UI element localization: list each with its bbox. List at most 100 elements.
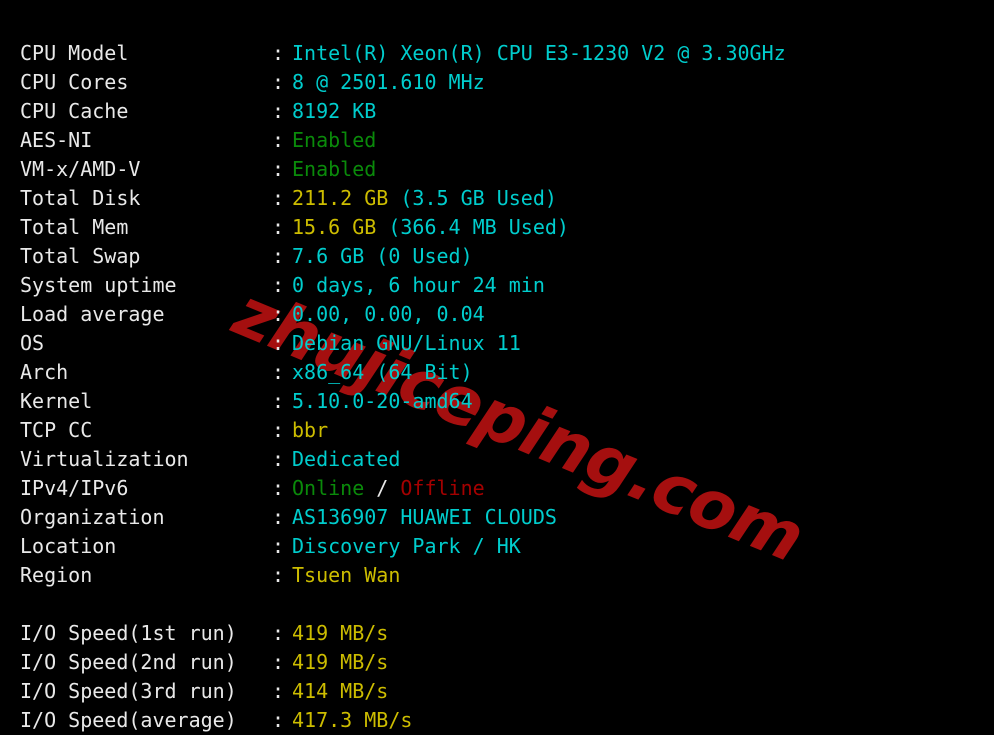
info-row-value: 7.6 GB (0 Used) xyxy=(292,244,473,268)
separator-top: - - - - - - - - - - - - - - - - - - - - … xyxy=(0,10,994,39)
io-row-value-part: 419 MB/s xyxy=(292,650,389,674)
info-row-value-part: Enabled xyxy=(292,157,377,181)
info-row-value: 8 @ 2501.610 MHz xyxy=(292,70,485,94)
info-row-colon: : xyxy=(272,157,285,181)
info-row-value: Discovery Park / HK xyxy=(292,534,521,558)
terminal-output: - - - - - - - - - - - - - - - - - - - - … xyxy=(0,0,994,735)
info-row-label: Load average xyxy=(20,302,165,326)
info-row-label: Location xyxy=(20,534,117,558)
info-row-colon: : xyxy=(272,128,285,152)
io-row: I/O Speed(average):417.3 MB/s xyxy=(0,706,994,735)
info-row: Total Disk:211.2 GB (3.5 GB Used) xyxy=(0,184,994,213)
info-row-value-part: 211.2 GB xyxy=(292,186,401,210)
info-row-value: 5.10.0-20-amd64 xyxy=(292,389,473,413)
info-row-colon: : xyxy=(272,331,285,355)
info-row-value: Dedicated xyxy=(292,447,400,471)
info-row-value-part: Enabled xyxy=(292,128,377,152)
info-row-value: 8192 KB xyxy=(292,99,376,123)
info-row-value-part: Dedicated xyxy=(292,447,401,471)
info-row: OS: Debian GNU/Linux 11 xyxy=(0,329,994,358)
info-row-value-part: 8192 KB xyxy=(292,99,377,123)
info-row: Region: Tsuen Wan xyxy=(0,561,994,590)
io-row-value-part: 417.3 MB/s xyxy=(292,708,413,732)
info-row: Kernel:5.10.0-20-amd64 xyxy=(0,387,994,416)
info-row-label: Total Mem xyxy=(20,215,129,239)
info-row-value-part: Discovery Park / HK xyxy=(292,534,521,558)
io-row-value: 419 MB/s xyxy=(292,621,388,645)
info-row-colon: : xyxy=(272,186,285,210)
info-row-value: Enabled xyxy=(292,128,376,152)
info-row-colon: : xyxy=(272,273,285,297)
terminal-window: zhujiceping.com - - - - - - - - - - - - … xyxy=(0,0,994,735)
info-row-value-part: Intel(R) Xeon(R) CPU E3-1230 V2 @ 3.30GH… xyxy=(292,41,786,65)
io-row-value: 414 MB/s xyxy=(292,679,388,703)
info-row-label: Region xyxy=(20,563,93,587)
info-row-value-part: 7.6 GB (0 Used) xyxy=(292,244,473,268)
io-row-label: I/O Speed(3rd run) xyxy=(20,679,237,703)
info-row: Total Swap:7.6 GB (0 Used) xyxy=(0,242,994,271)
info-row-colon: : xyxy=(272,41,285,65)
info-row-value: 211.2 GB (3.5 GB Used) xyxy=(292,186,557,210)
info-row-label: CPU Cache xyxy=(20,99,129,123)
info-row-label: Organization xyxy=(20,505,165,529)
io-row-label: I/O Speed(2nd run) xyxy=(20,650,237,674)
info-row-colon: : xyxy=(272,534,285,558)
info-row-value-part: 0.00, 0.00, 0.04 xyxy=(292,302,485,326)
info-row-value: 0 days, 6 hour 24 min xyxy=(292,273,545,297)
info-row-value: x86_64 (64 Bit) xyxy=(292,360,473,384)
io-row-colon: : xyxy=(272,650,285,674)
info-row-colon: : xyxy=(272,389,285,413)
info-row-value: Enabled xyxy=(292,157,376,181)
info-row-label: CPU Model xyxy=(20,41,129,65)
info-row-value-part: (3.5 GB Used) xyxy=(400,186,557,210)
info-row: IPv4/IPv6: Online / Offline xyxy=(0,474,994,503)
info-row-colon: : xyxy=(272,244,285,268)
info-row-value: Debian GNU/Linux 11 xyxy=(292,331,521,355)
io-row-colon: : xyxy=(272,708,285,732)
io-row-colon: : xyxy=(272,621,285,645)
info-row: Location: Discovery Park / HK xyxy=(0,532,994,561)
io-row-value-part: 414 MB/s xyxy=(292,679,389,703)
info-row-value-part: Online xyxy=(292,476,365,500)
info-row-label: CPU Cores xyxy=(20,70,129,94)
info-row: Load average:0.00, 0.00, 0.04 xyxy=(0,300,994,329)
info-row-colon: : xyxy=(272,70,285,94)
info-row-colon: : xyxy=(272,215,285,239)
info-row-value-part: / xyxy=(364,476,401,500)
info-row-label: TCP CC xyxy=(20,418,93,442)
info-row-colon: : xyxy=(272,447,285,471)
info-row-value-part: (366.4 MB Used) xyxy=(388,215,569,239)
info-row-value: 15.6 GB (366.4 MB Used) xyxy=(292,215,569,239)
info-row-label: Total Disk xyxy=(20,186,141,210)
info-row-value-part: 5.10.0-20-amd64 xyxy=(292,389,473,413)
info-row: Total Mem:15.6 GB (366.4 MB Used) xyxy=(0,213,994,242)
io-row: I/O Speed(2nd run):419 MB/s xyxy=(0,648,994,677)
info-row-value-part: Offline xyxy=(400,476,485,500)
info-row-label: Total Swap xyxy=(20,244,141,268)
separator-middle: - - - - - - - - - - - - - - - - - - - - … xyxy=(0,590,994,619)
system-info-section: CPU Model: Intel(R) Xeon(R) CPU E3-1230 V… xyxy=(0,39,994,590)
info-row: System uptime:0 days, 6 hour 24 min xyxy=(0,271,994,300)
info-row-value: Intel(R) Xeon(R) CPU E3-1230 V2 @ 3.30GH… xyxy=(292,41,786,65)
info-row-label: OS xyxy=(20,331,45,355)
info-row-label: Arch xyxy=(20,360,69,384)
info-row-value: AS136907 HUAWEI CLOUDS xyxy=(292,505,557,529)
info-row-label: VM-x/AMD-V xyxy=(20,157,141,181)
io-row-value: 417.3 MB/s xyxy=(292,708,412,732)
info-row-colon: : xyxy=(272,302,285,326)
info-row: Arch: x86_64 (64 Bit) xyxy=(0,358,994,387)
info-row-colon: : xyxy=(272,563,285,587)
info-row-label: Virtualization xyxy=(20,447,189,471)
io-row: I/O Speed(1st run):419 MB/s xyxy=(0,619,994,648)
info-row-label: IPv4/IPv6 xyxy=(20,476,129,500)
info-row-value: bbr xyxy=(292,418,328,442)
io-row-label: I/O Speed(1st run) xyxy=(20,621,237,645)
io-row-label: I/O Speed(average) xyxy=(20,708,237,732)
info-row-label: AES-NI xyxy=(20,128,93,152)
info-row-value-part: x86_64 (64 Bit) xyxy=(292,360,473,384)
info-row: Organization: AS136907 HUAWEI CLOUDS xyxy=(0,503,994,532)
info-row-label: Kernel xyxy=(20,389,93,413)
info-row-colon: : xyxy=(272,360,285,384)
info-row: Virtualization: Dedicated xyxy=(0,445,994,474)
info-row-value-part: 0 days, 6 hour 24 min xyxy=(292,273,545,297)
